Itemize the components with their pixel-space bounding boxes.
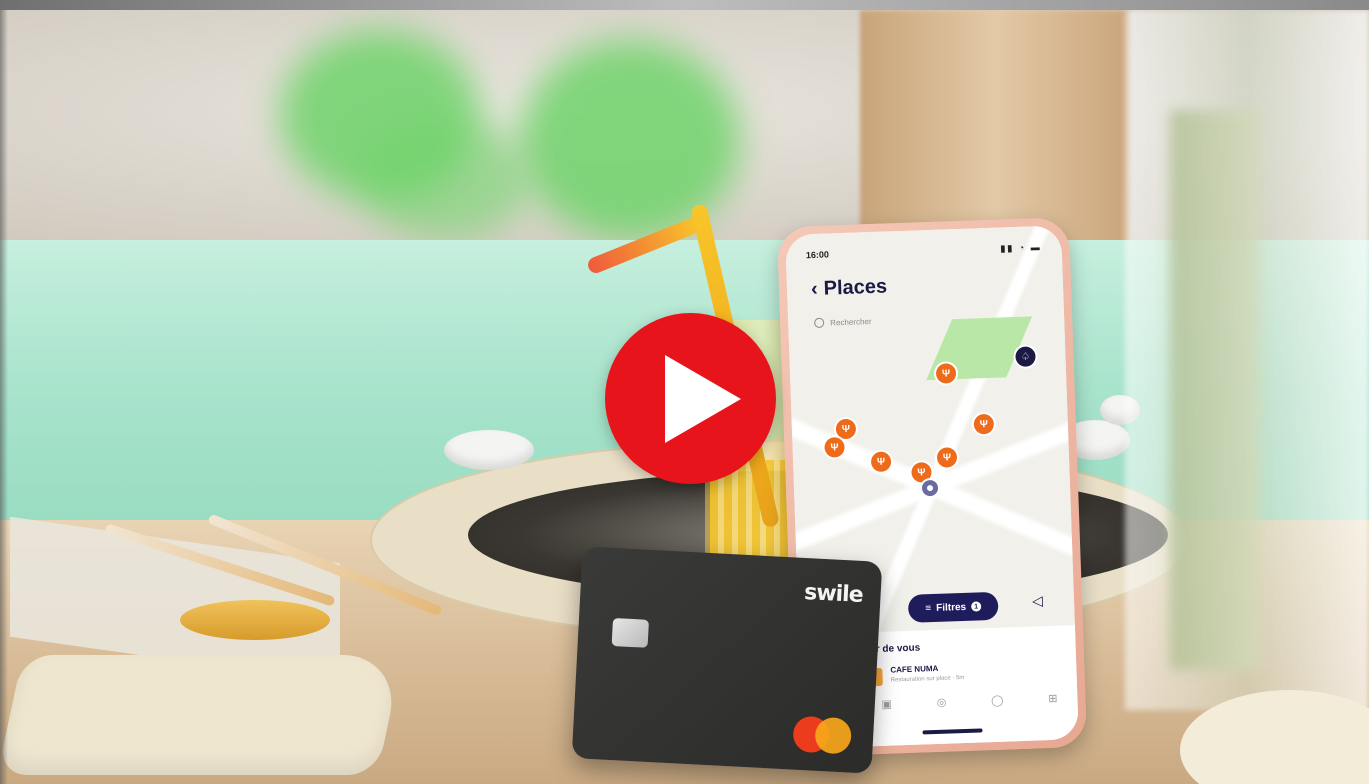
mastercard-logo-icon	[814, 716, 853, 755]
home-indicator	[922, 728, 983, 735]
video-thumbnail[interactable]: 16:00 ▮▮ ◔ ▬ ‹ Places Rechercher ♤ Ψ Ψ Ψ…	[0, 0, 1369, 784]
locate-icon[interactable]: ◁	[1032, 592, 1043, 609]
filters-count-badge: 1	[970, 601, 982, 612]
tab-add-icon[interactable]: ◎	[937, 696, 947, 709]
top-edge	[0, 0, 1369, 10]
filters-button[interactable]: ≡ Filtres 1	[907, 591, 999, 623]
play-button[interactable]	[605, 313, 776, 484]
payment-card: swile	[571, 546, 883, 774]
tab-chat-icon[interactable]: ◯	[991, 694, 1004, 707]
blurred-plant	[360, 120, 530, 240]
wood-panel	[860, 10, 1130, 250]
page-title: Places	[823, 275, 888, 300]
place-name[interactable]: CAFE NUMA	[890, 664, 938, 675]
card-brand-logo: swile	[803, 579, 864, 608]
status-icons: ▮▮ ◔ ▬	[1000, 242, 1042, 254]
frame-shadow	[0, 10, 8, 784]
play-icon	[665, 355, 741, 443]
status-time: 16:00	[805, 249, 830, 261]
search-bar[interactable]: Rechercher	[814, 316, 872, 329]
back-chevron-icon[interactable]: ‹	[811, 278, 818, 301]
place-subtitle: Restauration sur place · 5m	[890, 674, 965, 684]
ceramic-tray	[0, 655, 403, 775]
card-chip-icon	[611, 617, 649, 648]
spoon	[180, 600, 330, 640]
tab-more-icon[interactable]: ⊞	[1048, 692, 1058, 705]
filter-icon: ≡	[925, 602, 932, 614]
screen-header: ‹ Places	[811, 275, 888, 301]
tab-places-icon[interactable]: ▣	[881, 698, 892, 711]
filters-label: Filtres	[935, 601, 967, 614]
search-icon	[814, 317, 825, 329]
pebble	[444, 430, 534, 470]
glass-reflection	[1170, 110, 1260, 670]
tab-bar: ▣ ◎ ◯ ⊞	[881, 692, 1057, 711]
search-placeholder: Rechercher	[830, 316, 872, 327]
